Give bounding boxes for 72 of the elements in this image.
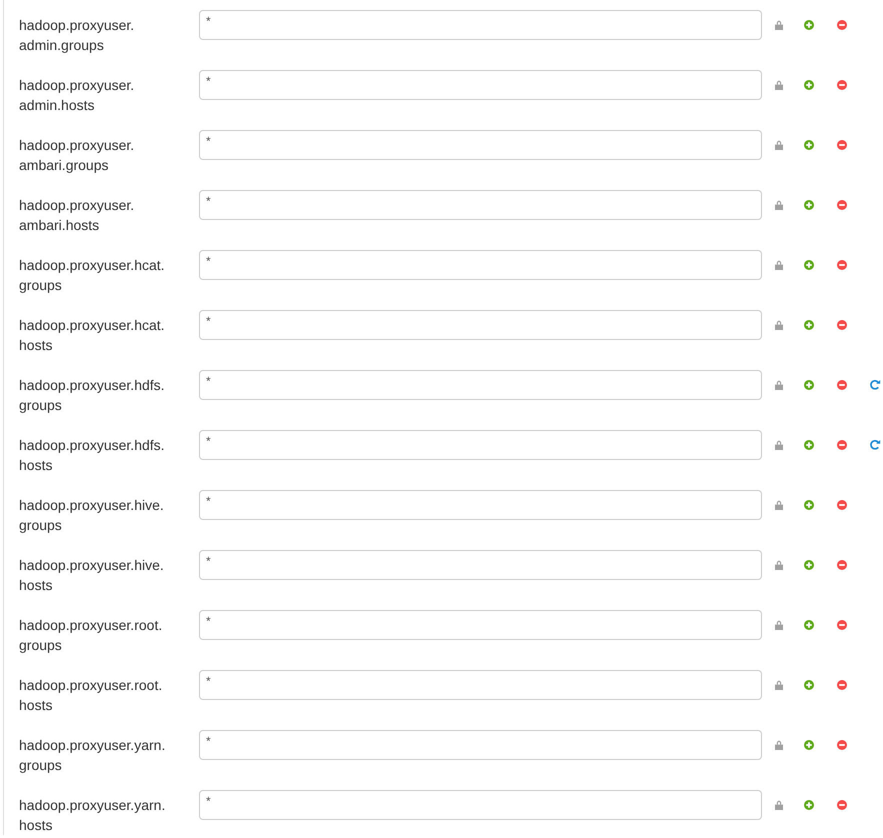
remove-circle-icon[interactable] [837,620,847,630]
add-circle-icon[interactable] [804,500,814,510]
add-circle-icon[interactable] [804,380,814,390]
remove-circle-icon[interactable] [837,560,847,570]
add-circle-icon[interactable] [804,680,814,690]
property-value-field[interactable]: * [199,490,762,520]
property-value-field[interactable]: * [199,430,762,460]
remove-circle-icon[interactable] [837,260,847,270]
property-label: hadoop.proxyuser.yarn.groups [19,736,166,775]
property-label: hadoop.proxyuser.hcat.hosts [19,316,166,355]
property-value-field[interactable]: * [199,70,762,100]
property-label: hadoop.proxyuser.hcat.groups [19,256,166,295]
property-value-field[interactable]: * [199,370,762,400]
lock-icon[interactable] [775,20,783,30]
lock-icon[interactable] [775,620,783,630]
add-circle-icon[interactable] [804,80,814,90]
property-label: hadoop.proxyuser.hive.groups [19,496,165,535]
refresh-icon[interactable] [870,440,881,450]
property-label: hadoop.proxyuser.admin.groups [19,16,136,55]
property-label: hadoop.proxyuser.admin.hosts [19,76,136,115]
add-circle-icon[interactable] [804,140,814,150]
property-label: hadoop.proxyuser.hdfs.hosts [19,436,166,475]
add-circle-icon[interactable] [804,740,814,750]
remove-circle-icon[interactable] [837,140,847,150]
remove-circle-icon[interactable] [837,440,847,450]
lock-icon[interactable] [775,440,783,450]
property-label: hadoop.proxyuser.root.groups [19,616,164,655]
add-circle-icon[interactable] [804,260,814,270]
property-value-field[interactable]: * [199,610,762,640]
add-circle-icon[interactable] [804,320,814,330]
add-circle-icon[interactable] [804,560,814,570]
property-value-field[interactable]: * [199,10,762,40]
add-circle-icon[interactable] [804,200,814,210]
remove-circle-icon[interactable] [837,20,847,30]
remove-circle-icon[interactable] [837,500,847,510]
remove-circle-icon[interactable] [837,800,847,810]
remove-circle-icon[interactable] [837,320,847,330]
property-label: hadoop.proxyuser.yarn.hosts [19,796,166,835]
remove-circle-icon[interactable] [837,740,847,750]
property-label: hadoop.proxyuser.hdfs.groups [19,376,166,415]
property-value-field[interactable]: * [199,130,762,160]
lock-icon[interactable] [775,320,783,330]
lock-icon[interactable] [775,140,783,150]
property-value-field[interactable]: * [199,310,762,340]
remove-circle-icon[interactable] [837,680,847,690]
property-label: hadoop.proxyuser.ambari.hosts [19,196,136,235]
lock-icon[interactable] [775,80,783,90]
add-circle-icon[interactable] [804,20,814,30]
property-value-field[interactable]: * [199,670,762,700]
remove-circle-icon[interactable] [837,380,847,390]
remove-circle-icon[interactable] [837,200,847,210]
property-value-field[interactable]: * [199,550,762,580]
remove-circle-icon[interactable] [837,80,847,90]
lock-icon[interactable] [775,740,783,750]
add-circle-icon[interactable] [804,800,814,810]
lock-icon[interactable] [775,680,783,690]
refresh-icon[interactable] [870,380,881,390]
lock-icon[interactable] [775,200,783,210]
add-circle-icon[interactable] [804,440,814,450]
lock-icon[interactable] [775,260,783,270]
property-value-field[interactable]: * [199,730,762,760]
property-label: hadoop.proxyuser.root.hosts [19,676,164,715]
lock-icon[interactable] [775,560,783,570]
lock-icon[interactable] [775,500,783,510]
lock-icon[interactable] [775,380,783,390]
property-value-field[interactable]: * [199,250,762,280]
property-label: hadoop.proxyuser.ambari.groups [19,136,136,175]
property-value-field[interactable]: * [199,790,762,820]
lock-icon[interactable] [775,800,783,810]
property-value-field[interactable]: * [199,190,762,220]
add-circle-icon[interactable] [804,620,814,630]
property-label: hadoop.proxyuser.hive.hosts [19,556,165,595]
